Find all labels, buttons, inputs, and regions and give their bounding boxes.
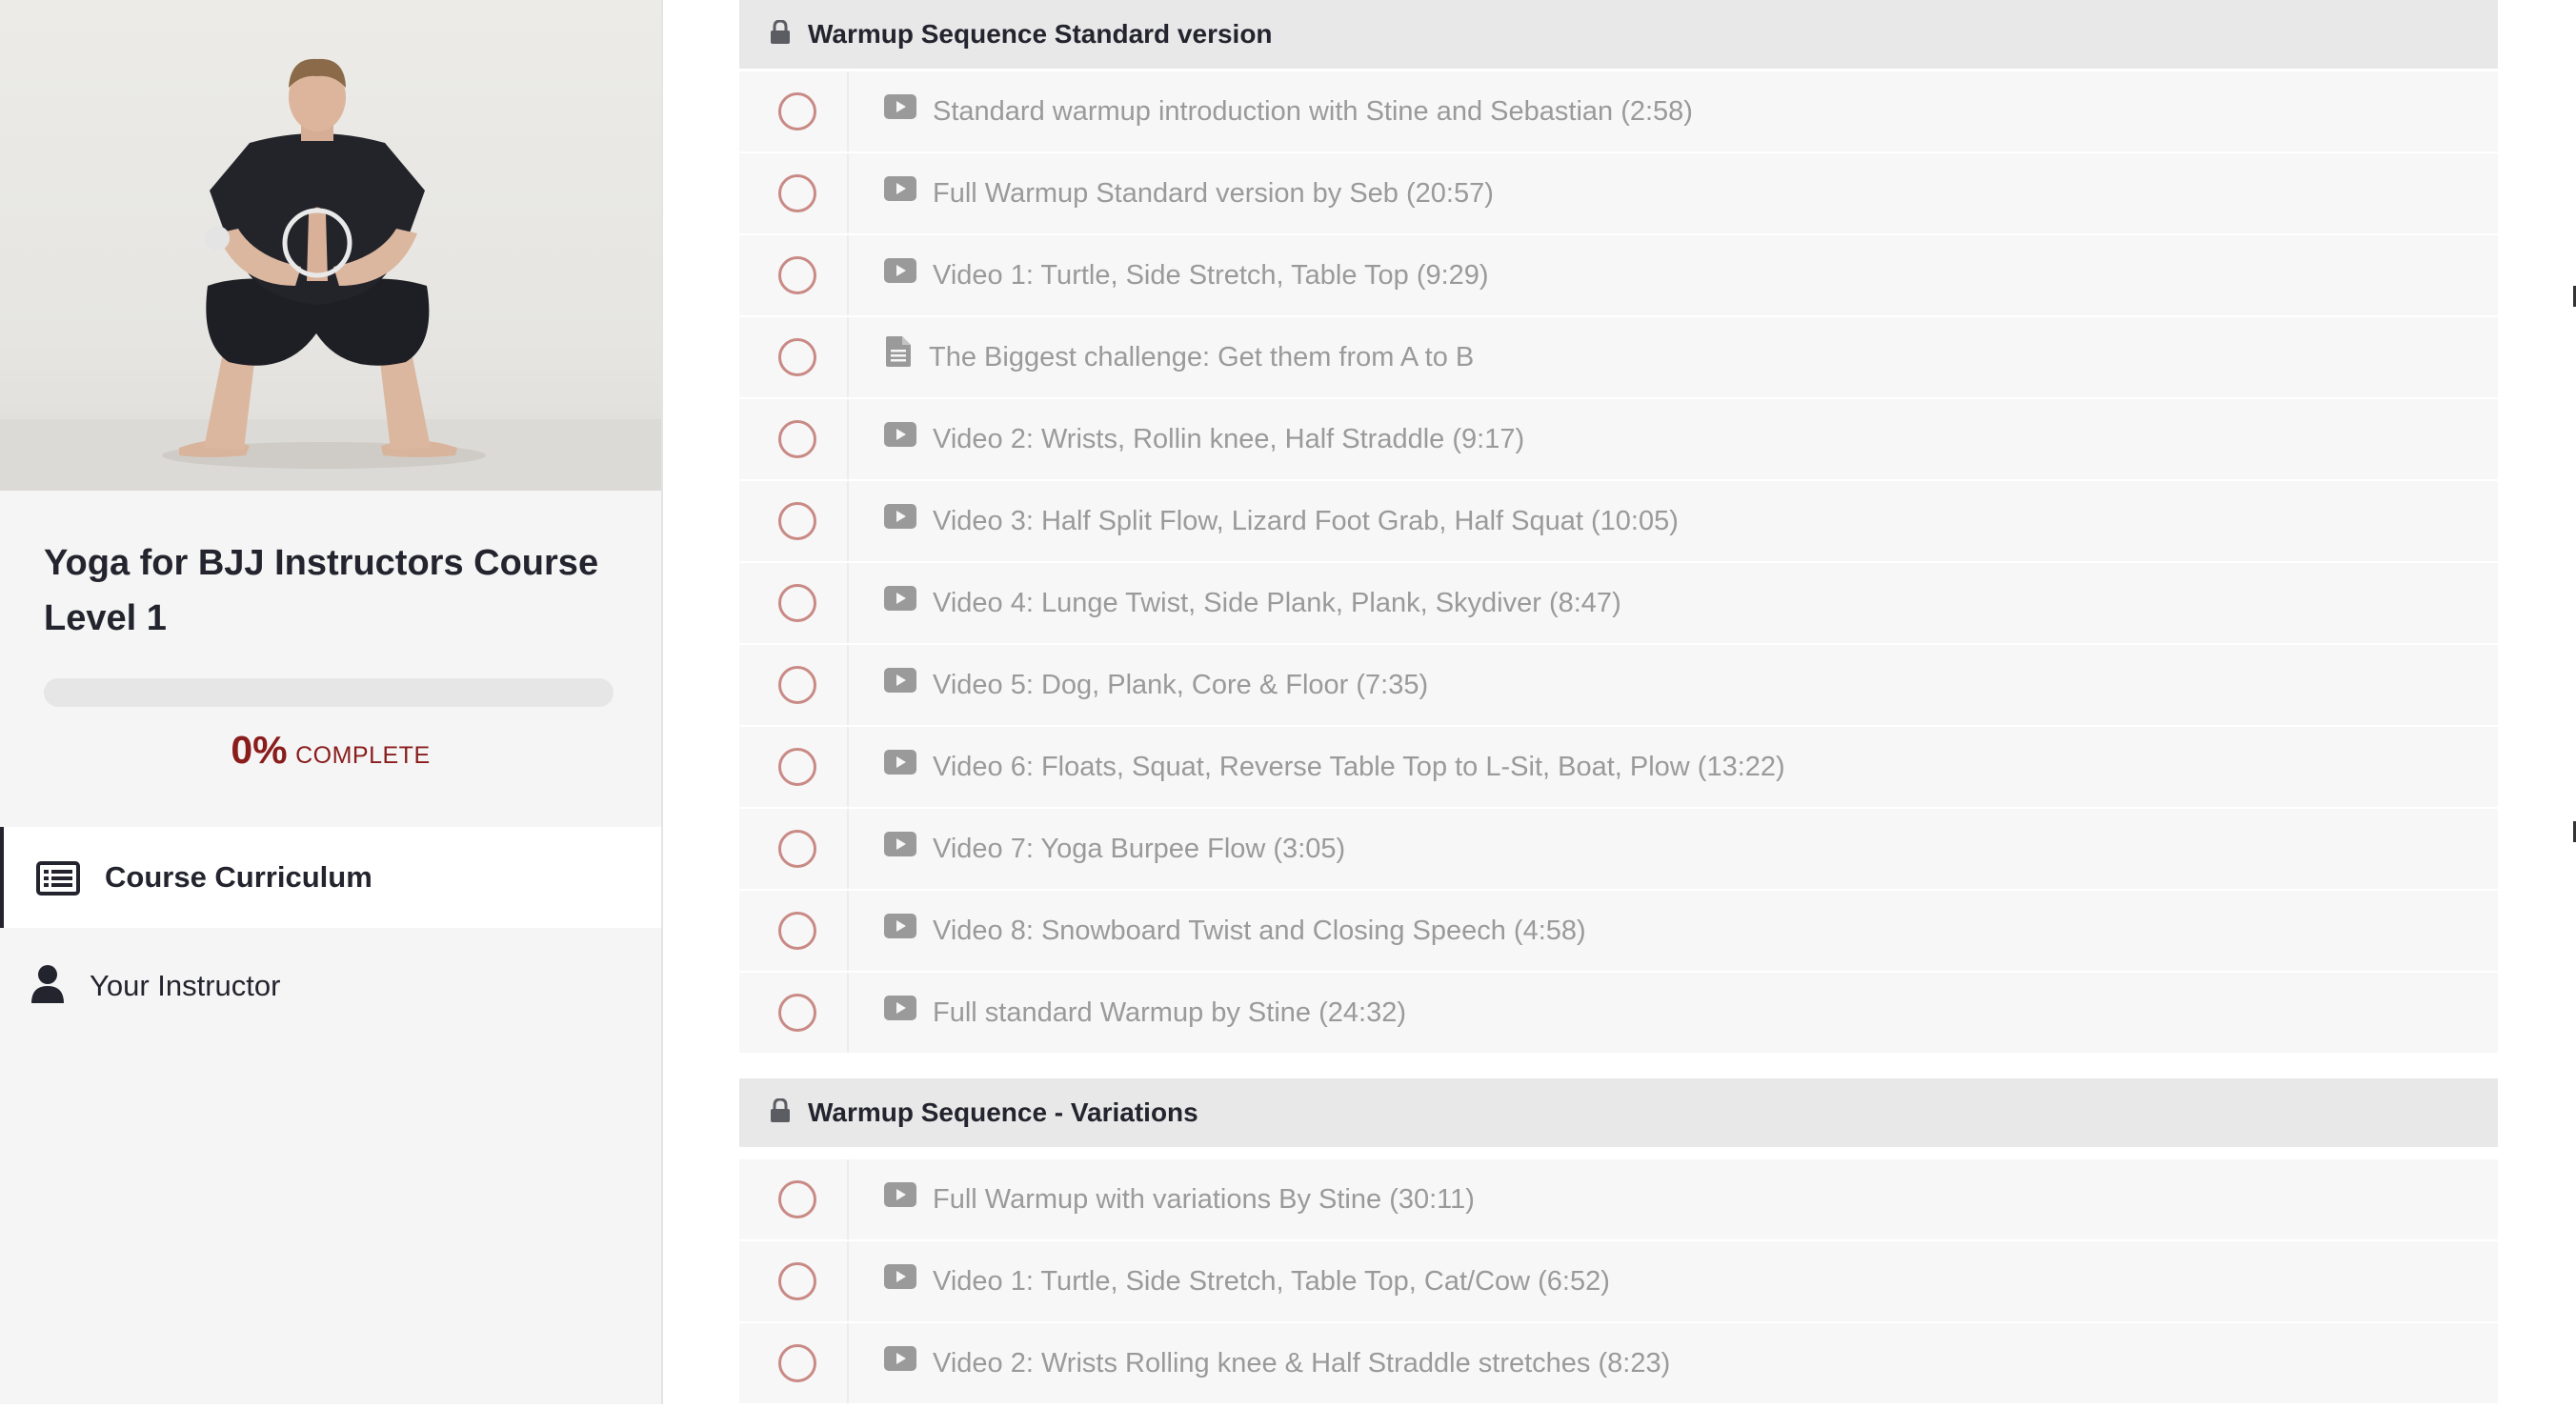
incomplete-circle-icon — [778, 92, 816, 131]
lesson-title: Video 4: Lunge Twist, Side Plank, Plank,… — [933, 588, 1621, 618]
lesson-status-cell — [739, 645, 849, 725]
incomplete-circle-icon — [778, 748, 816, 786]
section-title: Warmup Sequence Standard version — [808, 19, 1273, 49]
lesson-row[interactable]: Video 5: Dog, Plank, Core & Floor (7:35) — [739, 645, 2498, 725]
lesson-title: Video 6: Floats, Squat, Reverse Table To… — [933, 752, 1785, 782]
lesson-title: The Biggest challenge: Get them from A t… — [929, 342, 1475, 372]
course-hero-image — [0, 0, 661, 491]
video-play-icon — [884, 504, 916, 533]
lesson-status-cell — [739, 891, 849, 971]
video-play-icon — [884, 1182, 916, 1212]
incomplete-circle-icon — [778, 1180, 816, 1218]
lesson-row[interactable]: Full Warmup Standard version by Seb (20:… — [739, 153, 2498, 233]
incomplete-circle-icon — [778, 830, 816, 868]
lock-icon — [770, 1097, 791, 1128]
lesson-row[interactable]: Video 4: Lunge Twist, Side Plank, Plank,… — [739, 563, 2498, 643]
lesson-title: Video 5: Dog, Plank, Core & Floor (7:35) — [933, 670, 1429, 700]
lesson-row[interactable]: Video 2: Wrists, Rollin knee, Half Strad… — [739, 399, 2498, 479]
lesson-status-cell — [739, 563, 849, 643]
incomplete-circle-icon — [778, 994, 816, 1032]
video-play-icon — [884, 1264, 916, 1294]
progress-label: 0% COMPLETE — [0, 728, 661, 773]
video-play-icon — [884, 1346, 916, 1376]
progress-percent: 0% — [231, 728, 288, 772]
lesson-title: Video 7: Yoga Burpee Flow (3:05) — [933, 834, 1346, 864]
video-play-icon — [884, 832, 916, 861]
video-play-icon — [884, 996, 916, 1025]
incomplete-circle-icon — [778, 420, 816, 458]
lesson-row[interactable]: Standard warmup introduction with Stine … — [739, 71, 2498, 151]
instructor-photo — [0, 58, 661, 491]
nav-course-curriculum-label: Course Curriculum — [105, 860, 372, 894]
lesson-row[interactable]: Video 1: Turtle, Side Stretch, Table Top… — [739, 1241, 2498, 1321]
video-play-icon — [884, 586, 916, 615]
progress-complete-label: COMPLETE — [295, 742, 431, 769]
lesson-title: Video 2: Wrists Rolling knee & Half Stra… — [933, 1348, 1671, 1379]
nav-your-instructor[interactable]: Your Instructor — [0, 936, 661, 1037]
incomplete-circle-icon — [778, 256, 816, 294]
lesson-title: Video 2: Wrists, Rollin knee, Half Strad… — [933, 424, 1525, 454]
user-icon — [30, 964, 65, 1009]
section-header: Warmup Sequence Standard version — [739, 0, 2498, 69]
video-play-icon — [884, 914, 916, 943]
nav-your-instructor-label: Your Instructor — [90, 969, 281, 1002]
course-title: Yoga for BJJ Instructors Course Level 1 — [44, 543, 599, 638]
incomplete-circle-icon — [778, 666, 816, 704]
incomplete-circle-icon — [778, 174, 816, 212]
lesson-title: Standard warmup introduction with Stine … — [933, 96, 1693, 127]
progress-bar — [44, 678, 614, 707]
lesson-status-cell — [739, 727, 849, 807]
lesson-status-cell — [739, 809, 849, 889]
incomplete-circle-icon — [778, 1344, 816, 1382]
lesson-status-cell — [739, 317, 849, 397]
nav-course-curriculum[interactable]: Course Curriculum — [0, 827, 661, 928]
lesson-title: Video 3: Half Split Flow, Lizard Foot Gr… — [933, 506, 1679, 536]
section-title: Warmup Sequence - Variations — [808, 1097, 1198, 1127]
lesson-status-cell — [739, 71, 849, 151]
lesson-row[interactable]: Video 7: Yoga Burpee Flow (3:05) — [739, 809, 2498, 889]
video-play-icon — [884, 176, 916, 206]
video-play-icon — [884, 258, 916, 288]
course-sidebar: Yoga for BJJ Instructors Course Level 1 … — [0, 0, 663, 1404]
lesson-status-cell — [739, 153, 849, 233]
lesson-row[interactable]: Video 6: Floats, Squat, Reverse Table To… — [739, 727, 2498, 807]
incomplete-circle-icon — [778, 1262, 816, 1300]
lesson-title: Video 1: Turtle, Side Stretch, Table Top… — [933, 1266, 1610, 1297]
lock-icon — [770, 18, 791, 50]
lesson-row[interactable]: Full standard Warmup by Stine (24:32) — [739, 973, 2498, 1053]
lesson-title: Video 8: Snowboard Twist and Closing Spe… — [933, 916, 1586, 946]
lesson-status-cell — [739, 973, 849, 1053]
video-play-icon — [884, 422, 916, 452]
lesson-title: Video 1: Turtle, Side Stretch, Table Top… — [933, 260, 1489, 291]
document-icon — [886, 336, 911, 372]
video-play-icon — [884, 94, 916, 124]
lesson-row[interactable]: Video 2: Wrists Rolling knee & Half Stra… — [739, 1323, 2498, 1403]
curriculum-list: Warmup Sequence Standard version Standar… — [739, 0, 2498, 1404]
video-play-icon — [884, 668, 916, 697]
incomplete-circle-icon — [778, 584, 816, 622]
lesson-row[interactable]: Video 3: Half Split Flow, Lizard Foot Gr… — [739, 481, 2498, 561]
lesson-status-cell — [739, 481, 849, 561]
lesson-row[interactable]: Video 1: Turtle, Side Stretch, Table Top… — [739, 235, 2498, 315]
lesson-status-cell — [739, 399, 849, 479]
incomplete-circle-icon — [778, 338, 816, 376]
lesson-title: Full standard Warmup by Stine (24:32) — [933, 997, 1406, 1028]
lesson-status-cell — [739, 1241, 849, 1321]
video-play-icon — [884, 750, 916, 779]
list-icon — [36, 861, 80, 900]
lesson-status-cell — [739, 1323, 849, 1403]
lesson-row[interactable]: Video 8: Snowboard Twist and Closing Spe… — [739, 891, 2498, 971]
lesson-status-cell — [739, 235, 849, 315]
incomplete-circle-icon — [778, 502, 816, 540]
lesson-row[interactable]: The Biggest challenge: Get them from A t… — [739, 317, 2498, 397]
lesson-status-cell — [739, 1159, 849, 1239]
incomplete-circle-icon — [778, 912, 816, 950]
section-header: Warmup Sequence - Variations — [739, 1078, 2498, 1147]
lesson-title: Full Warmup with variations By Stine (30… — [933, 1184, 1475, 1215]
window-edge — [2572, 0, 2576, 1404]
lesson-title: Full Warmup Standard version by Seb (20:… — [933, 178, 1494, 209]
lesson-row[interactable]: Full Warmup with variations By Stine (30… — [739, 1159, 2498, 1239]
